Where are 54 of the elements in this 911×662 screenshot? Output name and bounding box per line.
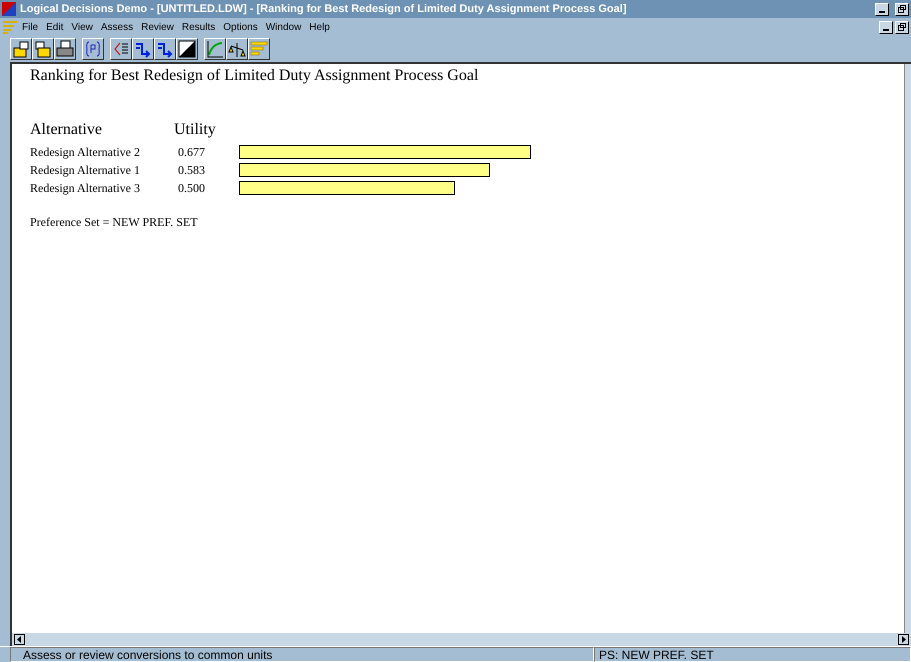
menu-item[interactable]: File — [18, 22, 42, 32]
list-icon — [112, 40, 130, 58]
scroll-right-icon — [898, 634, 909, 645]
restore-button[interactable] — [895, 20, 909, 34]
toolbar-button[interactable] — [226, 38, 248, 60]
report-title: Ranking for Best Redesign of Limited Duty Assignment Process Goal — [30, 67, 480, 85]
window-title: Logical Decisions Demo - [UNTITLED.LDW] - [Ranking for Best Redesign of Limited Duty Assignment Process Goal] — [20, 3, 626, 15]
menu-item[interactable]: View — [67, 22, 97, 32]
toolbar-button[interactable] — [132, 38, 154, 60]
toolbar-button[interactable] — [248, 38, 270, 60]
curve-icon — [206, 40, 224, 58]
menu-item[interactable]: Results — [178, 22, 220, 32]
toolbar-button[interactable] — [110, 38, 132, 60]
menu-item[interactable]: Assess — [96, 22, 138, 32]
utility-value: 0.583 — [177, 162, 206, 179]
scale-icon — [228, 40, 246, 58]
document-icon — [2, 20, 18, 34]
restore-icon — [898, 5, 906, 13]
utility-value: 0.500 — [177, 180, 206, 197]
toolbar-button[interactable] — [54, 38, 76, 60]
menu-item[interactable]: Help — [305, 22, 334, 32]
menu-item[interactable]: Window — [262, 22, 306, 32]
utility-value: 0.677 — [177, 144, 206, 161]
scroll-left-icon — [14, 634, 25, 645]
toolbar-button[interactable] — [154, 38, 176, 60]
menu-item[interactable]: Review — [137, 22, 178, 32]
restore-button[interactable] — [895, 2, 909, 16]
restore-icon — [898, 23, 906, 31]
braces-icon — [84, 40, 102, 58]
minimize-button[interactable] — [879, 20, 893, 34]
arrows-icon — [156, 40, 174, 58]
alternative-name: Redesign Alternative 2 — [30, 144, 141, 161]
status-message: Assess or review conversions to common units — [10, 647, 594, 662]
bars-icon — [250, 40, 268, 58]
toolbar-button[interactable] — [10, 38, 32, 60]
arrows-icon — [134, 40, 152, 58]
alternative-name: Redesign Alternative 3 — [30, 180, 141, 197]
folder-icon — [12, 40, 30, 58]
minimize-button[interactable] — [875, 2, 889, 16]
column-header: Alternative — [30, 121, 103, 139]
floppy-icon — [34, 40, 52, 58]
preference-set-note: Preference Set = NEW PREF. SET — [30, 215, 199, 230]
column-header: Utility — [174, 121, 217, 139]
menu-item[interactable]: Options — [219, 22, 262, 32]
toolbar-button[interactable] — [176, 38, 198, 60]
menu-item[interactable]: Edit — [42, 22, 68, 32]
status-preference-set: PS: NEW PREF. SET — [594, 647, 911, 662]
app-icon — [2, 2, 16, 16]
toolbar-button[interactable] — [32, 38, 54, 60]
alternative-name: Redesign Alternative 1 — [30, 162, 141, 179]
printer-icon — [56, 40, 74, 58]
toolbar-button[interactable] — [82, 38, 104, 60]
diagonal-icon — [178, 40, 196, 58]
toolbar-button[interactable] — [204, 38, 226, 60]
